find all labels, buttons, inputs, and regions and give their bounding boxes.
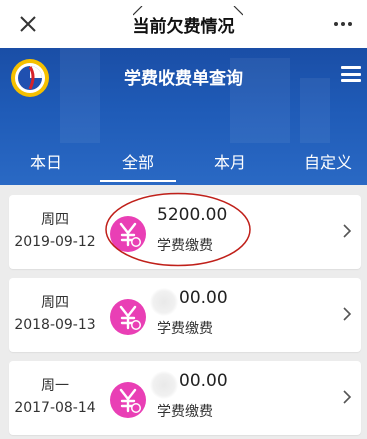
page-title: 当前欠费情况 [132,17,235,37]
record-fee-type: 学费缴费 [157,404,213,420]
record-date: 2018-09-13 [14,317,96,333]
tab-month[interactable]: 本月 [202,149,258,173]
yen-coin-icon [110,299,146,335]
redaction-blur [150,371,178,399]
tab-custom[interactable]: 自定义 [296,149,360,173]
record-fee-type: 学费缴费 [157,321,213,337]
record-card[interactable]: 周一 2017-08-14 00.00 学费缴费 [9,361,361,435]
annotation-circle [105,192,251,267]
record-weekday: 周一 [41,378,69,394]
record-amount: 00.00 [179,371,228,391]
chevron-right-icon [343,390,352,404]
tab-bar: 本日 全部 本月 自定义 [0,143,367,185]
record-date: 2017-08-14 [14,400,96,416]
more-icon[interactable] [329,10,357,38]
chevron-right-icon [343,224,352,238]
app-header: 学费收费单查询 本日 全部 本月 自定义 [0,48,367,185]
header-title: 学费收费单查询 [124,69,243,89]
top-bar: 当前欠费情况 [0,0,367,48]
record-amount: 00.00 [179,288,228,308]
tab-today[interactable]: 本日 [18,149,74,173]
redaction-blur [150,288,178,316]
record-card[interactable]: 周四 2018-09-13 00.00 学费缴费 [9,278,361,352]
tab-all[interactable]: 全部 [110,149,166,173]
menu-icon[interactable] [341,64,361,84]
background-building [60,48,100,143]
record-weekday: 周四 [41,212,69,228]
record-weekday: 周四 [41,295,69,311]
record-date: 2019-09-12 [14,234,96,250]
yen-coin-icon [110,382,146,418]
chevron-right-icon [343,307,352,321]
active-tab-indicator [100,180,176,182]
